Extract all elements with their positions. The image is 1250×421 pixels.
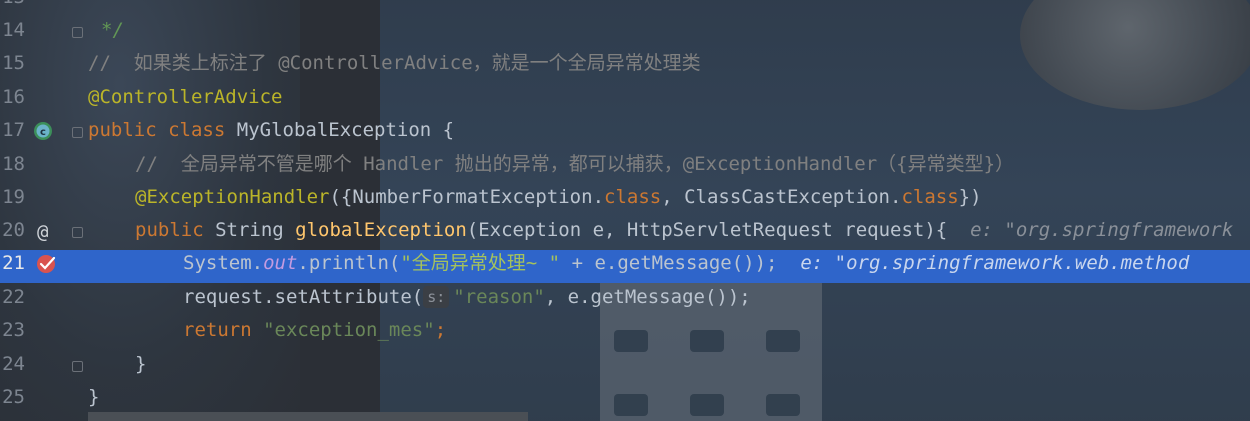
code-text: System.out.println("全局异常处理~ " + e.getMes… [183,252,1190,274]
code-line-20[interactable]: 20 @ public String globalException(Excep… [0,217,1250,250]
code-text: } [135,353,147,375]
at-icon[interactable]: @ [37,216,48,249]
debug-value-hint: e: "org.springframework.web.method [800,252,1190,274]
code-text: // 如果类上标注了 @ControllerAdvice，就是一个全局异常处理类 [88,52,701,74]
line-number: 22 [2,286,25,308]
fold-icon[interactable] [72,127,83,138]
code-line-24[interactable]: 24 } [0,351,1250,384]
fold-icon[interactable] [72,361,83,372]
code-line-19[interactable]: 19 @ExceptionHandler({NumberFormatExcept… [0,184,1250,217]
code-text: public String globalException(Exception … [135,219,1234,241]
code-text: public class MyGlobalException { [88,119,455,141]
line-number: 16 [2,86,25,108]
fold-icon[interactable] [72,27,83,38]
line-number: 14 [2,19,25,41]
code-text: // 全局异常不管是哪个 Handler 抛出的异常，都可以捕获，@Except… [135,153,1015,175]
code-text: @ControllerAdvice [88,86,283,108]
code-line-15[interactable]: 15 // 如果类上标注了 @ControllerAdvice，就是一个全局异常… [0,50,1250,83]
code-line-16[interactable]: 16 @ControllerAdvice [0,84,1250,117]
class-implementation-icon[interactable]: c [33,121,53,141]
line-number: 13 [0,0,25,14]
breakpoint-icon[interactable] [35,252,59,276]
code-text: return "exception_mes"; [183,319,447,341]
line-number: 20 [2,219,25,241]
code-text: request.setAttribute(s: "reason", e.getMe… [183,286,751,308]
svg-text:c: c [40,127,46,138]
line-number: 15 [2,52,25,74]
code-line-22[interactable]: 22 request.setAttribute(s: "reason", e.ge… [0,284,1250,317]
line-number: 25 [2,386,25,408]
code-text: } [88,386,100,408]
line-number: 17 [2,119,25,141]
debug-value-hint: e: "org.springframework [970,219,1234,241]
parameter-hint: s: [423,286,450,308]
code-line-21-current[interactable]: 21 System.out.println("全局异常处理~ " + e.get… [0,250,1250,283]
code-editor[interactable]: 13 14 */ 15 // 如果类上标注了 @ControllerAdvice… [0,0,1250,421]
code-line-13[interactable]: 13 [0,0,1250,17]
code-line-23[interactable]: 23 return "exception_mes"; [0,317,1250,350]
code-line-25[interactable]: 25 } [0,384,1250,417]
line-number: 24 [2,353,25,375]
code-text: */ [101,19,124,41]
line-number: 18 [2,153,25,175]
line-number: 21 [2,252,25,274]
line-number: 19 [2,186,25,208]
code-text: @ExceptionHandler({NumberFormatException… [135,186,982,208]
code-line-17[interactable]: 17 c public class MyGlobalException { [0,117,1250,150]
code-line-14[interactable]: 14 */ [0,17,1250,50]
code-line-18[interactable]: 18 // 全局异常不管是哪个 Handler 抛出的异常，都可以捕获，@Exc… [0,151,1250,184]
line-number: 23 [2,319,25,341]
fold-icon[interactable] [72,227,83,238]
